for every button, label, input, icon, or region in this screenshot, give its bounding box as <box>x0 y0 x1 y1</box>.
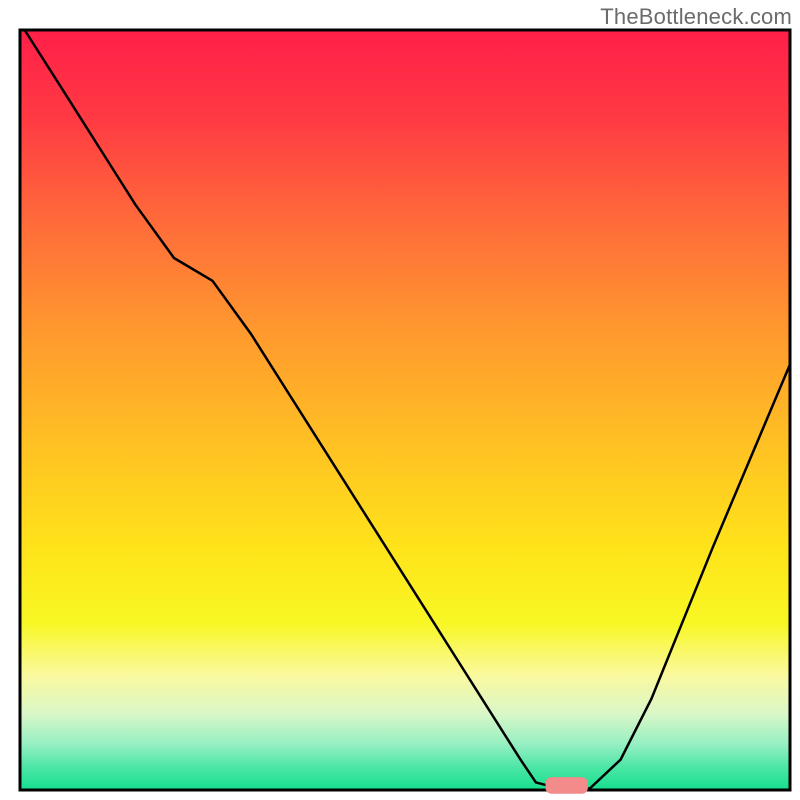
plot-background <box>20 30 790 790</box>
bottleneck-chart <box>0 0 800 800</box>
optimal-point-marker <box>546 777 588 794</box>
chart-container: TheBottleneck.com <box>0 0 800 800</box>
watermark-text: TheBottleneck.com <box>600 4 792 30</box>
